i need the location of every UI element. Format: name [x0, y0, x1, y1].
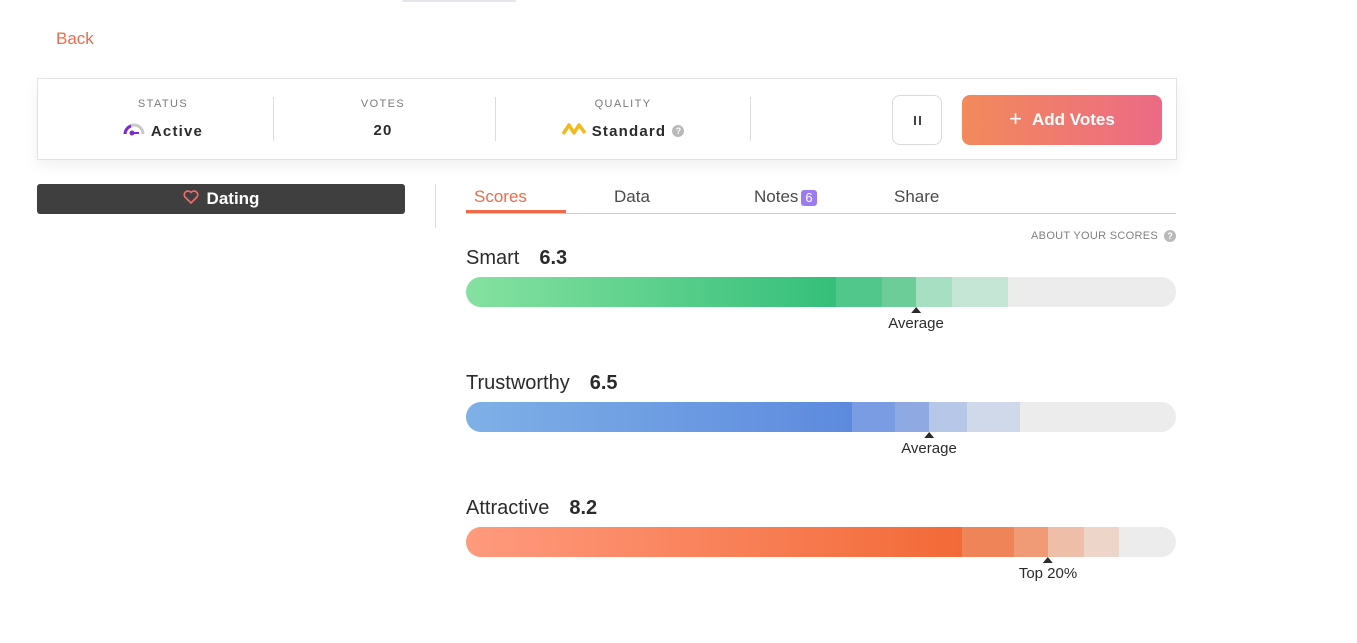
score-bar-segment	[962, 527, 1014, 557]
score-bar-segment	[929, 402, 967, 432]
votes-stat: VOTES 20	[328, 79, 438, 159]
score-bar-segment	[1084, 527, 1119, 557]
add-votes-button[interactable]: + Add Votes	[962, 95, 1162, 145]
score-attractive: Attractive 8.2 Top 20%	[466, 497, 1176, 582]
marker-label: Top 20%	[1018, 565, 1078, 582]
score-bar	[466, 277, 1176, 307]
score-smart: Smart 6.3 Average	[466, 247, 1176, 332]
quality-value: Standard	[591, 122, 667, 140]
tab-notes-label: Notes	[754, 187, 799, 206]
score-bar-segment	[1014, 527, 1048, 557]
pause-icon	[913, 115, 921, 125]
score-label: Attractive	[466, 497, 550, 519]
pause-button[interactable]	[892, 95, 942, 145]
divider	[435, 184, 436, 228]
quality-label: QUALITY	[594, 98, 652, 110]
score-bar-segment	[952, 277, 1008, 307]
score-bar-segment	[967, 402, 1020, 432]
score-value: 8.2	[569, 497, 598, 519]
marker-label: Average	[901, 440, 957, 457]
gauge-icon	[123, 122, 145, 140]
help-icon[interactable]: ?	[672, 125, 685, 137]
tab-notes[interactable]: Notes 6	[754, 187, 817, 207]
score-trustworthy: Trustworthy 6.5 Average	[466, 372, 1176, 457]
about-scores-link[interactable]: ABOUT YOUR SCORES ?	[1031, 230, 1176, 242]
divider	[273, 97, 274, 141]
back-link[interactable]: Back	[56, 29, 94, 49]
active-tab-indicator	[466, 210, 566, 213]
help-icon: ?	[1164, 230, 1176, 242]
score-value: 6.3	[539, 247, 568, 269]
marker-arrow-icon	[1043, 557, 1053, 563]
score-bar-segment	[916, 277, 952, 307]
votes-value: 20	[373, 122, 393, 139]
score-bar-segment	[852, 402, 895, 432]
about-scores-label: ABOUT YOUR SCORES	[1031, 230, 1158, 242]
score-value: 6.5	[589, 372, 618, 394]
score-marker: Average	[901, 432, 957, 457]
votes-label: VOTES	[360, 98, 406, 110]
status-bar: STATUS Active VOTES 20 QUALITY Standard …	[37, 78, 1177, 160]
notes-count-badge: 6	[801, 190, 817, 206]
score-bar-fill	[466, 527, 962, 557]
score-label: Trustworthy	[466, 372, 570, 394]
divider	[495, 97, 496, 141]
status-stat: STATUS Active	[108, 79, 218, 159]
category-label: Dating	[206, 189, 260, 208]
category-badge[interactable]: Dating	[37, 184, 405, 214]
tab-share[interactable]: Share	[894, 187, 939, 207]
score-bar-segment	[1048, 527, 1084, 557]
tab-scores[interactable]: Scores	[474, 187, 527, 207]
score-bar-fill	[466, 402, 852, 432]
score-marker: Average	[888, 307, 944, 332]
quality-stat: QUALITY Standard ?	[538, 79, 708, 159]
plus-icon: +	[1009, 106, 1023, 131]
score-bar-segment	[895, 402, 929, 432]
add-votes-label: Add Votes	[1032, 110, 1115, 129]
quality-icon	[561, 122, 587, 140]
tab-bar: Scores Data Notes 6 Share	[466, 184, 1176, 214]
tab-data[interactable]: Data	[614, 187, 650, 207]
status-label: STATUS	[137, 98, 189, 110]
divider	[750, 97, 751, 141]
score-bar-fill	[466, 277, 836, 307]
score-bar-segment	[836, 277, 882, 307]
score-marker: Top 20%	[1019, 557, 1077, 582]
marker-arrow-icon	[923, 432, 934, 438]
score-label: Smart	[466, 247, 520, 269]
heart-icon	[182, 189, 199, 209]
marker-label: Average	[888, 315, 944, 332]
marker-arrow-icon	[910, 307, 921, 313]
status-value: Active	[150, 122, 204, 140]
score-bar	[466, 402, 1176, 432]
score-bar-segment	[882, 277, 916, 307]
score-bar	[466, 527, 1176, 557]
top-scroll-indicator	[402, 0, 516, 2]
